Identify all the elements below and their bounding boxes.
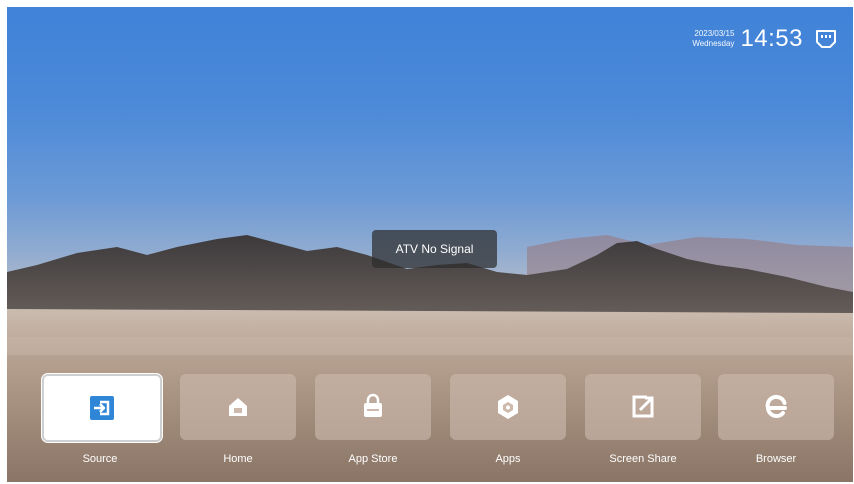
dock-tile-apps[interactable]	[450, 374, 566, 440]
store-bag-icon	[364, 393, 382, 417]
date-display: 2023/03/15 Wednesday	[692, 29, 734, 49]
clock-time: 14:53	[740, 25, 803, 52]
browser-e-icon	[765, 394, 787, 419]
no-signal-toast: ATV No Signal	[372, 230, 497, 268]
source-input-icon	[90, 396, 114, 420]
ethernet-icon	[816, 30, 836, 48]
date-text: 2023/03/15	[694, 29, 735, 38]
apps-hexagon-icon	[498, 395, 518, 419]
tv-home-screen: 2023/03/15 Wednesday 14:53 ATV No Signal…	[7, 7, 853, 482]
weekday-text: Wednesday	[692, 39, 735, 48]
dock-label-app-store: App Store	[348, 453, 398, 465]
dock-tile-browser[interactable]	[718, 374, 834, 440]
dock-tile-home[interactable]	[180, 374, 296, 440]
dock-tile-screen-share[interactable]	[585, 374, 701, 440]
screen-share-icon	[632, 395, 654, 418]
dock-label-apps: Apps	[495, 453, 521, 465]
dock-label-source: Source	[82, 453, 118, 465]
dock-label-screen-share: Screen Share	[609, 453, 677, 465]
home-icon	[229, 398, 247, 416]
dock-label-browser: Browser	[755, 453, 797, 465]
app-dock: Source Home App Store Apps Screen Share …	[7, 371, 853, 482]
status-bar: 2023/03/15 Wednesday 14:53	[692, 25, 837, 53]
dock-tile-source[interactable]	[42, 374, 162, 442]
dock-tile-app-store[interactable]	[315, 374, 431, 440]
dock-label-home: Home	[223, 453, 253, 465]
